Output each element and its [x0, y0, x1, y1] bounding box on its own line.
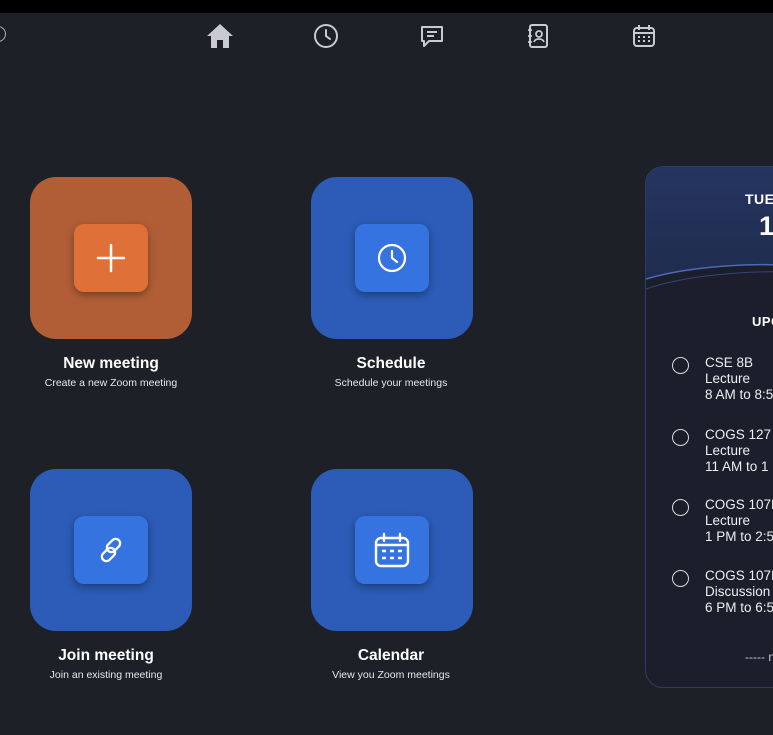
- calendar-icon: [355, 516, 429, 584]
- join-meeting-button[interactable]: [30, 469, 192, 631]
- day-label: TUE: [745, 191, 773, 207]
- event-time: 6 PM to 6:5: [705, 600, 773, 615]
- clock-icon: [355, 224, 429, 292]
- window-top-bar: [0, 0, 773, 13]
- join-meeting-title: Join meeting: [58, 647, 154, 664]
- link-icon: [74, 516, 148, 584]
- event-course: CSE 8B: [705, 355, 754, 370]
- calendar-icon[interactable]: [629, 21, 659, 51]
- date-label: 1: [759, 211, 773, 241]
- top-nav: [0, 13, 773, 58]
- new-meeting-subtitle: Create a new Zoom meeting: [44, 377, 178, 389]
- profile-icon[interactable]: [0, 26, 6, 42]
- upcoming-heading: UPC: [752, 314, 773, 329]
- event-type: Lecture: [705, 443, 751, 458]
- event-radio[interactable]: [672, 570, 689, 587]
- event-radio[interactable]: [672, 357, 689, 374]
- clock-icon[interactable]: [311, 21, 341, 51]
- join-meeting-subtitle: Join an existing meeting: [49, 669, 163, 681]
- calendar-title: Calendar: [357, 647, 425, 664]
- event-time: 8 AM to 8:5: [705, 387, 773, 402]
- contacts-icon[interactable]: [523, 21, 553, 51]
- event-radio[interactable]: [672, 499, 689, 516]
- event-time: 11 AM to 1: [705, 459, 769, 474]
- calendar-button[interactable]: [311, 469, 473, 631]
- chat-icon[interactable]: [417, 21, 447, 51]
- event-course: COGS 107E: [705, 497, 773, 512]
- event-type: Lecture: [705, 371, 751, 386]
- event-time: 1 PM to 2:5: [705, 529, 773, 544]
- plus-icon: [74, 224, 148, 292]
- upcoming-panel: TUE 1 UPC CSE 8B Lecture 8 AM to 8:5 COG…: [645, 166, 773, 688]
- new-meeting-button[interactable]: [30, 177, 192, 339]
- calendar-subtitle: View you Zoom meetings: [332, 669, 450, 681]
- more-indicator: ----- n: [745, 650, 773, 664]
- event-course: COGS 107E: [705, 568, 773, 583]
- event-type: Lecture: [705, 513, 751, 528]
- event-course: COGS 127: [705, 427, 772, 442]
- header-wave: [646, 263, 773, 307]
- home-icon[interactable]: [205, 21, 235, 51]
- schedule-button[interactable]: [311, 177, 473, 339]
- schedule-title: Schedule: [356, 355, 426, 372]
- new-meeting-title: New meeting: [63, 355, 159, 372]
- event-type: Discussion: [705, 584, 771, 599]
- schedule-subtitle: Schedule your meetings: [334, 377, 448, 389]
- event-radio[interactable]: [672, 429, 689, 446]
